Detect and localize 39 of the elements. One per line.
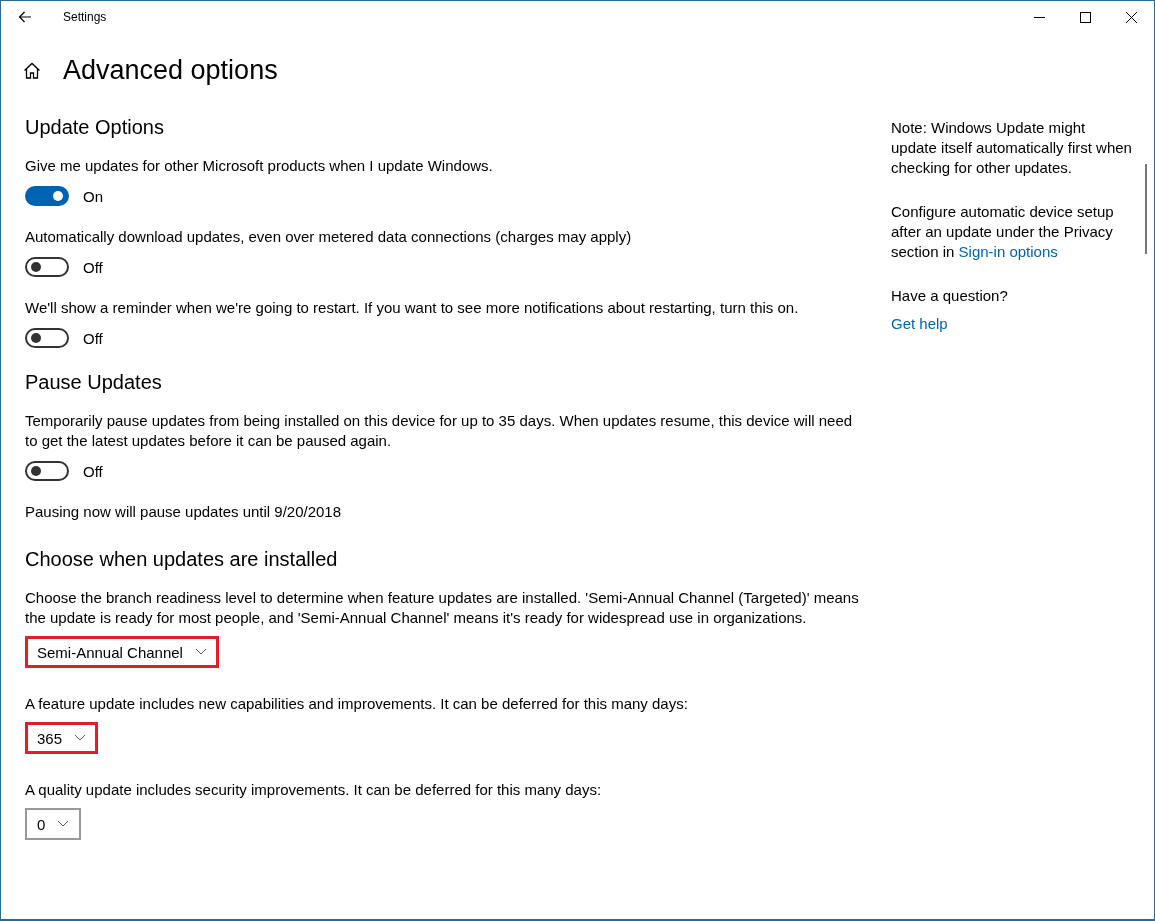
chevron-down-icon	[57, 820, 70, 828]
window-title: Settings	[63, 10, 108, 24]
toggle-state-label: On	[83, 187, 103, 205]
setting-description: Automatically download updates, even over metered data connections (charges may apply)	[25, 227, 633, 247]
chevron-down-icon	[194, 648, 207, 656]
section-heading: Update Options	[25, 116, 165, 139]
setting-description: Choose the branch readiness level to determine when feature updates are installed. 'Semi-Annual Channel (Targeted)' means the update is ready for most people, and 'Semi-Annual Channel' means it's ready for widespread use in organizations.	[25, 588, 860, 628]
help-link[interactable]: Get help	[891, 314, 948, 334]
sidebar-text: Note: Windows Update might update itself automatically first when checking for other updates.	[891, 118, 1133, 178]
setting-description: A quality update includes security improvements. It can be deferred for this many days:	[25, 780, 603, 800]
chevron-down-icon	[74, 734, 87, 742]
home-button[interactable]	[23, 62, 41, 79]
setting-description: Give me updates for other Microsoft products when I update Windows.	[25, 156, 494, 176]
toggle-state-label: Off	[83, 462, 103, 480]
back-arrow-icon	[18, 11, 32, 23]
toggle-switch[interactable]	[25, 257, 69, 277]
toggle-switch[interactable]	[25, 186, 69, 206]
maximize-icon	[1079, 11, 1091, 23]
setting-description: We'll show a reminder when we're going to restart. If you want to see more notifications about restarting, turn this on.	[25, 298, 800, 318]
section-heading: Pause Updates	[25, 371, 163, 394]
toggle-state-label: Off	[83, 258, 103, 276]
dropdown[interactable]: 365	[25, 722, 99, 754]
minimize-icon	[1033, 16, 1045, 18]
close-icon	[1125, 11, 1137, 23]
home-icon	[23, 62, 41, 79]
dropdown[interactable]: Semi-Annual Channel	[25, 636, 219, 668]
toggle-switch[interactable]	[25, 328, 69, 348]
setting-description: Temporarily pause updates from being installed on this device for up to 35 days. When updates resume, this device will need to get the latest updates before it can be paused again.	[25, 411, 854, 451]
sidebar-text: Configure automatic device setup after an update under the Privacy section in Sign-in options	[891, 202, 1115, 262]
scrollbar-thumb[interactable]	[1145, 164, 1147, 254]
section-heading: Choose when updates are installed	[25, 548, 339, 571]
dropdown[interactable]: 0	[25, 808, 82, 840]
sign-in-options-link[interactable]: Sign-in options	[958, 243, 1058, 260]
page-title: Advanced options	[63, 55, 278, 86]
sidebar-text: Have a question?	[891, 286, 1009, 306]
toggle-state-label: Off	[83, 329, 103, 347]
setting-description: A feature update includes new capabilities and improvements. It can be deferred for this many days:	[25, 694, 689, 714]
info-text: Pausing now will pause updates until 9/20/2018	[25, 502, 343, 522]
toggle-switch[interactable]	[25, 461, 69, 481]
